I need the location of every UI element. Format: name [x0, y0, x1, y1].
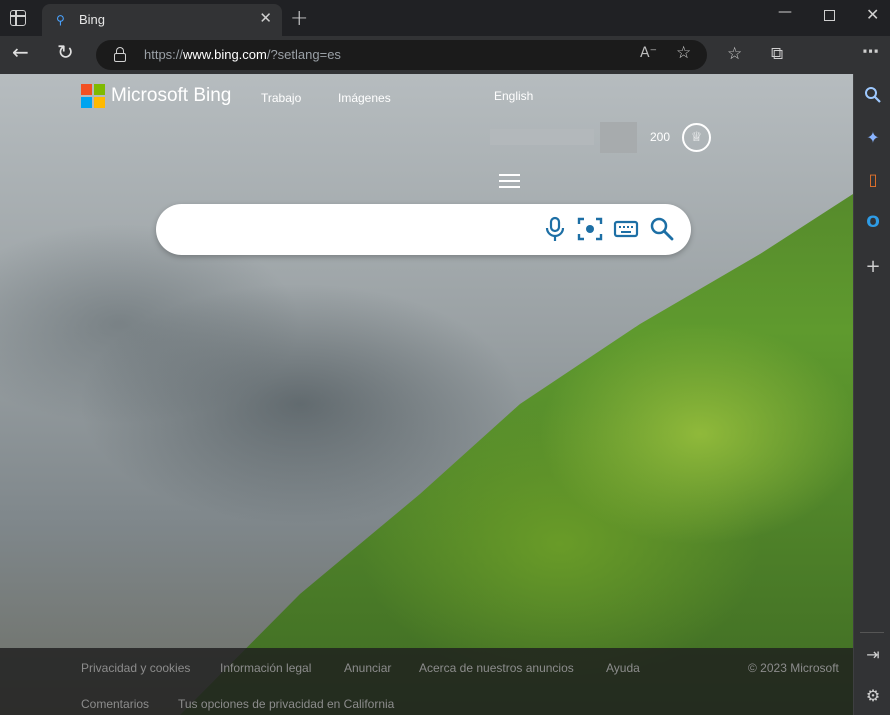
footer-link-advertise[interactable]: Anunciar	[344, 661, 391, 675]
browser-window: ⚲ Bing ✕ + — ✕ ← ↻ https://www.bing.com/…	[0, 0, 890, 715]
search-box	[156, 204, 691, 255]
avatar[interactable]	[600, 122, 637, 153]
bing-homepage: Microsoft Bing Trabajo Imágenes English …	[0, 74, 853, 715]
minimize-icon[interactable]: —	[778, 4, 792, 20]
nav-imagenes[interactable]: Imágenes	[338, 91, 391, 105]
hamburger-menu-icon[interactable]	[499, 174, 520, 188]
footer-link-feedback[interactable]: Comentarios	[81, 697, 149, 711]
search-input[interactable]	[176, 216, 536, 242]
more-icon[interactable]: ⋯	[862, 42, 880, 62]
rewards-trophy-icon[interactable]: ♕	[682, 123, 711, 152]
sidebar-divider	[860, 632, 884, 633]
maximize-icon[interactable]	[824, 10, 835, 21]
refresh-icon[interactable]: ↻	[57, 40, 74, 64]
close-window-icon[interactable]: ✕	[866, 5, 879, 24]
outlook-icon[interactable]: O	[863, 212, 883, 232]
language-link[interactable]: English	[494, 89, 533, 103]
footer-link-legal[interactable]: Información legal	[220, 661, 311, 675]
url-prefix: https://	[144, 47, 184, 62]
tab-bing[interactable]: ⚲ Bing ✕	[42, 4, 282, 36]
keyboard-icon[interactable]	[613, 216, 639, 246]
read-aloud-icon[interactable]: A⁻	[640, 45, 657, 61]
footer-link-california-privacy[interactable]: Tus opciones de privacidad en California	[178, 697, 394, 711]
footer-link-about-ads[interactable]: Acerca de nuestros anuncios	[419, 661, 574, 675]
copilot-icon[interactable]: ✦	[863, 128, 883, 148]
url-text[interactable]: https://www.bing.com/?setlang=es	[144, 47, 341, 62]
favorites-icon[interactable]: ☆	[727, 44, 742, 64]
microsoft-logo[interactable]	[81, 84, 105, 108]
tab-title: Bing	[79, 12, 106, 27]
add-icon[interactable]: +	[863, 256, 883, 277]
nav-trabajo[interactable]: Trabajo	[261, 91, 301, 105]
account-name-redacted[interactable]	[490, 129, 594, 145]
close-tab-icon[interactable]: ✕	[259, 9, 272, 27]
add-favorite-icon[interactable]: ☆	[676, 43, 691, 63]
bing-search-icon: ⚲	[56, 13, 65, 27]
address-bar[interactable]: https://www.bing.com/?setlang=es A⁻ ☆	[96, 40, 707, 70]
lock-icon[interactable]	[114, 47, 126, 62]
title-bar: ⚲ Bing ✕ + — ✕	[0, 0, 890, 36]
office-icon[interactable]: ▯	[863, 170, 883, 190]
settings-icon[interactable]: ⚙	[863, 686, 883, 706]
visual-search-icon[interactable]	[577, 216, 603, 246]
new-tab-button[interactable]: +	[290, 6, 308, 31]
footer-link-help[interactable]: Ayuda	[606, 661, 640, 675]
hide-sidebar-icon[interactable]: ⇥	[863, 645, 883, 665]
search-icon[interactable]	[649, 216, 675, 246]
tab-actions-icon[interactable]	[10, 10, 26, 26]
rewards-points[interactable]: 200	[650, 130, 670, 144]
sidebar-search-icon[interactable]	[863, 86, 883, 106]
collections-icon[interactable]: ⧉	[771, 44, 783, 64]
brand-name[interactable]: Microsoft Bing	[111, 85, 231, 107]
copyright-text: © 2023 Microsoft	[748, 661, 839, 675]
footer-link-privacy[interactable]: Privacidad y cookies	[81, 661, 190, 675]
microphone-icon[interactable]	[544, 216, 566, 246]
back-arrow-icon[interactable]: ←	[12, 40, 29, 64]
navigation-bar: ← ↻ https://www.bing.com/?setlang=es A⁻ …	[0, 36, 890, 74]
url-path: /?setlang=es	[266, 47, 341, 62]
url-host: www.bing.com	[183, 47, 267, 62]
edge-sidebar: ✦ ▯ O + ⇥ ⚙	[853, 74, 890, 715]
